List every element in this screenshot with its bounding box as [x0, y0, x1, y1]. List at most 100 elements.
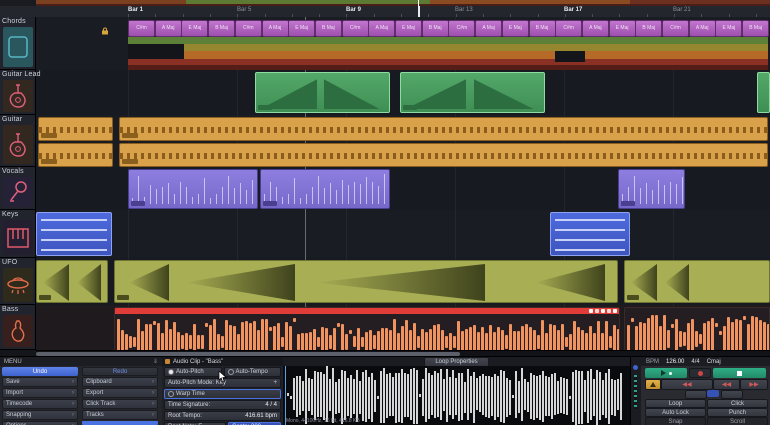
- arrangement-area[interactable]: Chords Guitar Lead Guitar Vocals Keys UFO Bass…: [0, 17, 770, 365]
- menu-item-click-track[interactable]: Click Track ›: [82, 399, 158, 409]
- chord-clip[interactable]: A Maj: [368, 20, 396, 37]
- redo-button[interactable]: Redo: [82, 367, 158, 376]
- auto-pitch-radio[interactable]: Auto-Pitch: [164, 367, 222, 377]
- rewind-button[interactable]: ◀◀: [713, 379, 740, 390]
- auto-tempo-radio[interactable]: Auto-Tempo: [223, 367, 281, 377]
- menu-item-export[interactable]: Export ›: [82, 388, 158, 398]
- track-header-guitar[interactable]: Guitar: [0, 115, 36, 167]
- undo-button[interactable]: Undo: [2, 367, 78, 376]
- chord-clip[interactable]: B Maj: [635, 20, 663, 37]
- play-button[interactable]: [645, 368, 687, 378]
- toggle-click[interactable]: Click: [707, 399, 768, 408]
- chord-clip[interactable]: C#m: [555, 20, 583, 37]
- midi-clip-guitar-lead[interactable]: [757, 72, 770, 113]
- chord-clip[interactable]: E Maj: [181, 20, 209, 37]
- time-signature-value[interactable]: 4/4: [691, 359, 699, 365]
- mini-right-button[interactable]: [721, 390, 743, 399]
- mini-fader[interactable]: [707, 390, 719, 397]
- track-header-vocals[interactable]: Vocals: [0, 167, 36, 210]
- time-signature-row[interactable]: Time Signature: 4 / 4: [164, 400, 281, 410]
- chord-clip[interactable]: E Maj: [715, 20, 743, 37]
- mini-left-button[interactable]: [685, 390, 707, 399]
- waveform-display[interactable]: [283, 366, 630, 425]
- audio-clip-guitar[interactable]: [119, 117, 768, 141]
- clip-titlebar-icon[interactable]: [589, 309, 593, 313]
- meter-knob[interactable]: [633, 365, 638, 370]
- audio-clip-vocals[interactable]: [618, 169, 685, 209]
- audio-clip-ufo[interactable]: [114, 260, 618, 303]
- chord-clip[interactable]: E Maj: [288, 20, 316, 37]
- audio-clip-guitar[interactable]: [119, 143, 768, 167]
- lock-icon[interactable]: [101, 22, 109, 35]
- track-header-bass[interactable]: Bass: [0, 305, 36, 350]
- chord-clip[interactable]: C#m: [448, 20, 476, 37]
- audio-clip-ufo[interactable]: [36, 260, 108, 303]
- clip-titlebar-icon[interactable]: [601, 309, 605, 313]
- chord-clip[interactable]: C#m: [662, 20, 689, 37]
- menu-item-timecode[interactable]: Timecode ›: [2, 399, 78, 409]
- clip-selection-titlebar[interactable]: [115, 308, 619, 314]
- bpm-value[interactable]: 126.00: [666, 359, 684, 365]
- clip-name-tag: [122, 159, 138, 164]
- forward-button[interactable]: ▶▶: [740, 379, 768, 390]
- chord-clip[interactable]: B Maj: [314, 20, 342, 37]
- menu-item-clipboard[interactable]: Clipboard ›: [82, 377, 158, 387]
- audio-clip-ufo[interactable]: [624, 260, 770, 303]
- clip-titlebar-icon[interactable]: [607, 309, 611, 313]
- toggle-loop[interactable]: Loop: [645, 399, 706, 408]
- track-header-guitar-lead[interactable]: Guitar Lead: [0, 70, 41, 115]
- clip-titlebar-icon[interactable]: [595, 309, 599, 313]
- toggle-auto-lock[interactable]: Auto Lock: [645, 408, 706, 417]
- clip-titlebar-icon[interactable]: [613, 309, 617, 313]
- return-to-start-button[interactable]: ◀◀: [661, 379, 713, 390]
- midi-clip-guitar-lead[interactable]: [400, 72, 545, 113]
- audio-clip-guitar[interactable]: [38, 143, 113, 167]
- toggle-punch[interactable]: Punch: [707, 408, 768, 417]
- metronome-button[interactable]: [645, 379, 661, 390]
- chord-clip[interactable]: C#m: [128, 20, 155, 37]
- vocal-wave-bar: [306, 193, 307, 204]
- audio-clip-vocals[interactable]: [260, 169, 390, 209]
- menu-item-options[interactable]: Options›: [2, 421, 78, 425]
- midi-clip-guitar-lead[interactable]: [255, 72, 390, 113]
- menu-item-import[interactable]: Import ›: [2, 388, 78, 398]
- track-header-ufo[interactable]: UFO: [0, 258, 36, 305]
- toggle-scroll[interactable]: Scroll: [707, 417, 768, 425]
- chord-clip[interactable]: A Maj: [688, 20, 716, 37]
- loop-wave-bar: [497, 375, 499, 418]
- midi-clip-keys[interactable]: [36, 212, 112, 256]
- menu-item-save[interactable]: Save ›: [2, 377, 78, 387]
- menu-item-tracks[interactable]: Tracks ›: [82, 410, 158, 420]
- audio-clip-vocals[interactable]: [128, 169, 258, 209]
- menu-bottom-accent[interactable]: [82, 421, 158, 425]
- warp-time-button[interactable]: Warp Time: [164, 389, 281, 399]
- track-header-chords[interactable]: Chords: [0, 17, 36, 70]
- chord-clip[interactable]: B Maj: [742, 20, 770, 37]
- chord-clip[interactable]: A Maj: [581, 20, 609, 37]
- chord-clip[interactable]: E Maj: [501, 20, 529, 37]
- chord-clip[interactable]: E Maj: [395, 20, 422, 37]
- submenu-arrow-icon: ›: [72, 401, 74, 407]
- chord-clip[interactable]: B Maj: [208, 20, 236, 37]
- toggle-snap[interactable]: Snap: [645, 417, 706, 425]
- loop-properties-button[interactable]: Loop Properties: [424, 356, 489, 367]
- chord-clip[interactable]: C#m: [234, 20, 262, 37]
- chord-clip[interactable]: B Maj: [421, 20, 449, 37]
- pin-icon[interactable]: ⇓: [153, 358, 158, 365]
- root-tempo-row[interactable]: Root Tempo: 416.61 bpm: [164, 411, 281, 421]
- chord-clip[interactable]: B Maj: [528, 20, 556, 37]
- audio-clip-guitar[interactable]: [38, 117, 113, 141]
- chord-clip[interactable]: A Maj: [261, 20, 289, 37]
- chord-clip[interactable]: A Maj: [475, 20, 503, 37]
- track-name: Guitar: [2, 116, 23, 123]
- midi-clip-keys[interactable]: [550, 212, 630, 256]
- stop-button[interactable]: [713, 368, 766, 378]
- piano-icon: [7, 227, 29, 248]
- key-value[interactable]: Cmaj: [707, 359, 721, 365]
- menu-item-snapping[interactable]: Snapping ›: [2, 410, 78, 420]
- chord-clip[interactable]: A Maj: [154, 20, 182, 37]
- chord-clip[interactable]: C#m: [341, 20, 369, 37]
- chord-clip[interactable]: E Maj: [608, 20, 636, 37]
- track-header-keys[interactable]: Keys: [0, 210, 36, 258]
- record-button[interactable]: [689, 368, 711, 378]
